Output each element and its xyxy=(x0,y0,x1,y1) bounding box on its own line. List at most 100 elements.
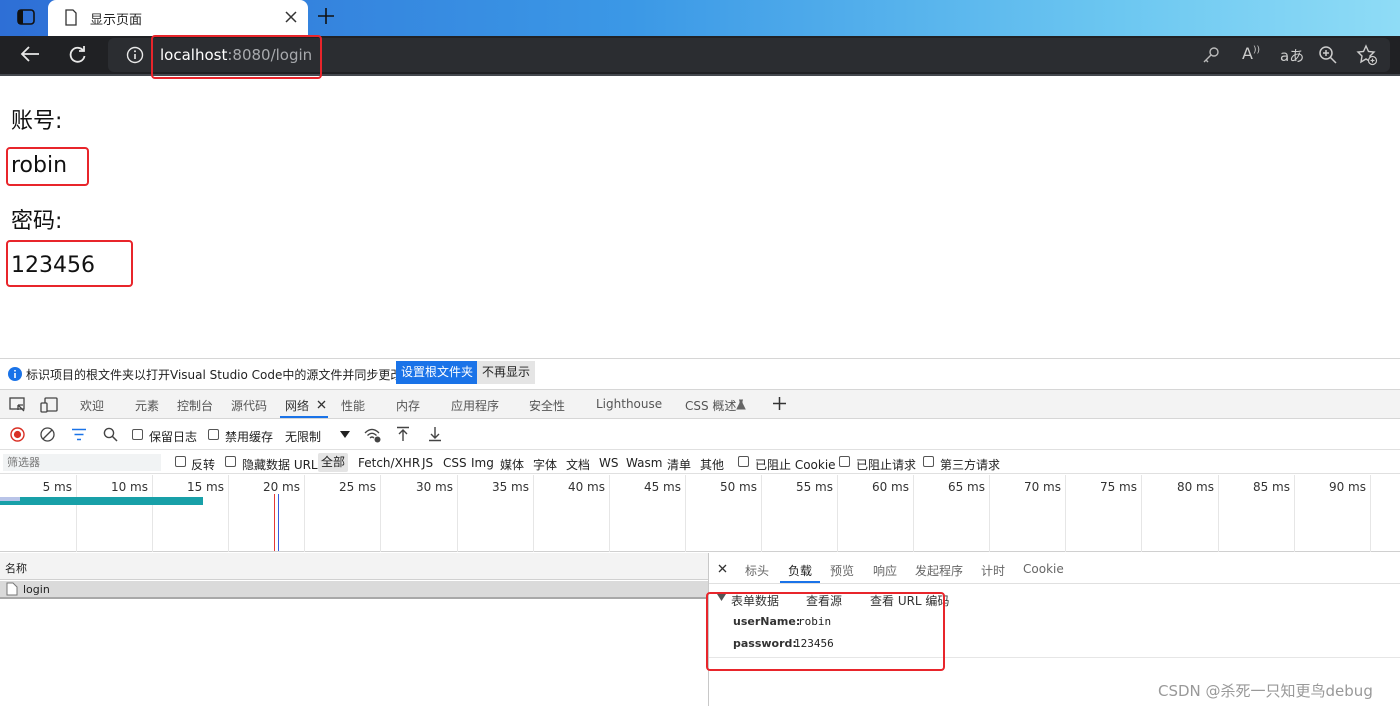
timeline-gridline xyxy=(228,475,229,552)
timeline-gridline xyxy=(1370,475,1371,552)
chevron-down-icon[interactable] xyxy=(340,431,350,438)
timeline-gridline xyxy=(761,475,762,552)
timeline-tick-label: 50 ms xyxy=(719,480,757,494)
type-filter-css[interactable]: CSS xyxy=(443,456,467,470)
timeline-tick-label: 65 ms xyxy=(947,480,985,494)
type-filter-manifest[interactable]: 清单 xyxy=(667,456,691,473)
timeline-tick-label: 15 ms xyxy=(186,480,224,494)
document-icon xyxy=(6,582,18,596)
tab-actions-icon[interactable] xyxy=(17,9,35,25)
type-filter-other[interactable]: 其他 xyxy=(700,456,724,473)
site-info-icon[interactable] xyxy=(126,46,144,64)
tab-application[interactable]: 应用程序 xyxy=(451,397,499,414)
add-favorite-icon[interactable] xyxy=(1356,44,1378,66)
timeline-tick-label: 70 ms xyxy=(1023,480,1061,494)
tab-lighthouse[interactable]: Lighthouse xyxy=(596,397,662,411)
translate-icon[interactable]: aあ xyxy=(1280,45,1304,66)
tab-elements[interactable]: 元素 xyxy=(135,397,159,414)
back-icon[interactable] xyxy=(20,46,40,62)
table-row[interactable] xyxy=(0,581,708,599)
preserve-log-label: 保留日志 xyxy=(149,430,198,444)
timeline-gridline xyxy=(152,475,153,552)
new-tab-icon[interactable] xyxy=(317,7,335,25)
import-har-icon[interactable] xyxy=(396,426,410,442)
clear-icon[interactable] xyxy=(40,427,55,442)
blocked-requests-checkbox[interactable] xyxy=(839,456,850,467)
filter-input[interactable]: 筛选器 xyxy=(3,454,161,471)
tab-security[interactable]: 安全性 xyxy=(529,397,565,414)
request-name[interactable]: login xyxy=(23,583,50,596)
close-network-tab-icon[interactable] xyxy=(317,400,326,409)
type-filter-wasm[interactable]: Wasm xyxy=(626,456,662,470)
disable-cache-label: 禁用缓存 xyxy=(225,430,274,444)
type-filter-img[interactable]: Img xyxy=(471,456,494,470)
device-emulation-icon[interactable] xyxy=(40,397,58,413)
tab-cookies[interactable]: Cookie xyxy=(1023,562,1064,576)
column-name-header[interactable]: 名称 xyxy=(5,560,27,576)
timeline-tick-label: 25 ms xyxy=(338,480,376,494)
type-filter-js[interactable]: JS xyxy=(422,456,433,470)
tab-network[interactable]: 网络 xyxy=(285,397,309,414)
watermark: CSDN @杀死一只知更鸟debug xyxy=(1158,682,1373,700)
payload-highlight-box xyxy=(706,592,945,671)
network-conditions-icon[interactable] xyxy=(364,427,382,443)
filter-icon[interactable] xyxy=(71,428,87,441)
hide-data-urls-label: 隐藏数据 URL xyxy=(242,458,318,472)
blocked-cookies-checkbox[interactable] xyxy=(738,456,749,467)
disable-cache-checkbox[interactable] xyxy=(208,429,219,440)
more-tools-icon[interactable] xyxy=(772,396,787,411)
zoom-icon[interactable] xyxy=(1318,45,1338,65)
account-label: 账号: xyxy=(11,109,63,134)
tab-payload[interactable]: 负载 xyxy=(788,562,812,579)
read-aloud-icon[interactable]: A)) xyxy=(1242,44,1260,63)
third-party-checkbox[interactable] xyxy=(923,456,934,467)
close-tab-icon[interactable] xyxy=(285,11,297,23)
close-detail-icon[interactable] xyxy=(718,564,727,573)
tab-memory[interactable]: 内存 xyxy=(396,397,420,414)
info-icon xyxy=(8,367,22,381)
timeline-tick-label: 85 ms xyxy=(1252,480,1290,494)
type-filter-fetch-xhr[interactable]: Fetch/XHR xyxy=(358,456,420,470)
timeline-gridline xyxy=(1294,475,1295,552)
invert-checkbox[interactable] xyxy=(175,456,186,467)
hide-data-urls-checkbox[interactable] xyxy=(225,456,236,467)
dont-show-again-button[interactable]: 不再显示 xyxy=(477,361,536,384)
tab-css-overview[interactable]: CSS 概述 xyxy=(685,397,736,414)
browser-tab[interactable] xyxy=(48,0,308,36)
type-filter-media[interactable]: 媒体 xyxy=(500,456,524,473)
search-icon[interactable] xyxy=(103,427,118,442)
timeline-tick-label: 40 ms xyxy=(567,480,605,494)
timeline-tick-label: 80 ms xyxy=(1176,480,1214,494)
timeline-gridline xyxy=(533,475,534,552)
tab-initiator[interactable]: 发起程序 xyxy=(915,562,963,579)
tab-headers[interactable]: 标头 xyxy=(745,562,769,579)
throttling-select[interactable]: 无限制 xyxy=(285,428,321,445)
stop-recording-icon[interactable] xyxy=(10,427,25,442)
payload-tab-indicator xyxy=(780,581,820,583)
type-filter-ws[interactable]: WS xyxy=(599,456,618,470)
timeline-tick-label: 20 ms xyxy=(262,480,300,494)
tab-preview[interactable]: 预览 xyxy=(830,562,854,579)
timeline-tick-label: 90 ms xyxy=(1328,480,1366,494)
set-root-folder-button[interactable]: 设置根文件夹 xyxy=(396,361,479,384)
timeline-gridline xyxy=(685,475,686,552)
timeline-gridline xyxy=(380,475,381,552)
tab-performance[interactable]: 性能 xyxy=(341,397,365,414)
key-icon[interactable] xyxy=(1202,46,1220,64)
preserve-log-checkbox[interactable] xyxy=(132,429,143,440)
inspect-element-icon[interactable] xyxy=(9,397,27,413)
tab-timing[interactable]: 计时 xyxy=(981,562,1005,579)
type-filter-doc[interactable]: 文档 xyxy=(566,456,590,473)
tab-sources[interactable]: 源代码 xyxy=(231,397,267,414)
password-highlight-box xyxy=(6,240,133,287)
type-filter-font[interactable]: 字体 xyxy=(533,456,557,473)
refresh-icon[interactable] xyxy=(68,45,87,64)
type-filter-all[interactable]: 全部 xyxy=(318,453,349,472)
timeline-gridline xyxy=(457,475,458,552)
requests-table-header[interactable] xyxy=(0,553,708,580)
timeline-gridline xyxy=(1141,475,1142,552)
export-har-icon[interactable] xyxy=(428,426,442,442)
tab-welcome[interactable]: 欢迎 xyxy=(80,397,104,414)
tab-response[interactable]: 响应 xyxy=(873,562,897,579)
tab-console[interactable]: 控制台 xyxy=(177,397,213,414)
